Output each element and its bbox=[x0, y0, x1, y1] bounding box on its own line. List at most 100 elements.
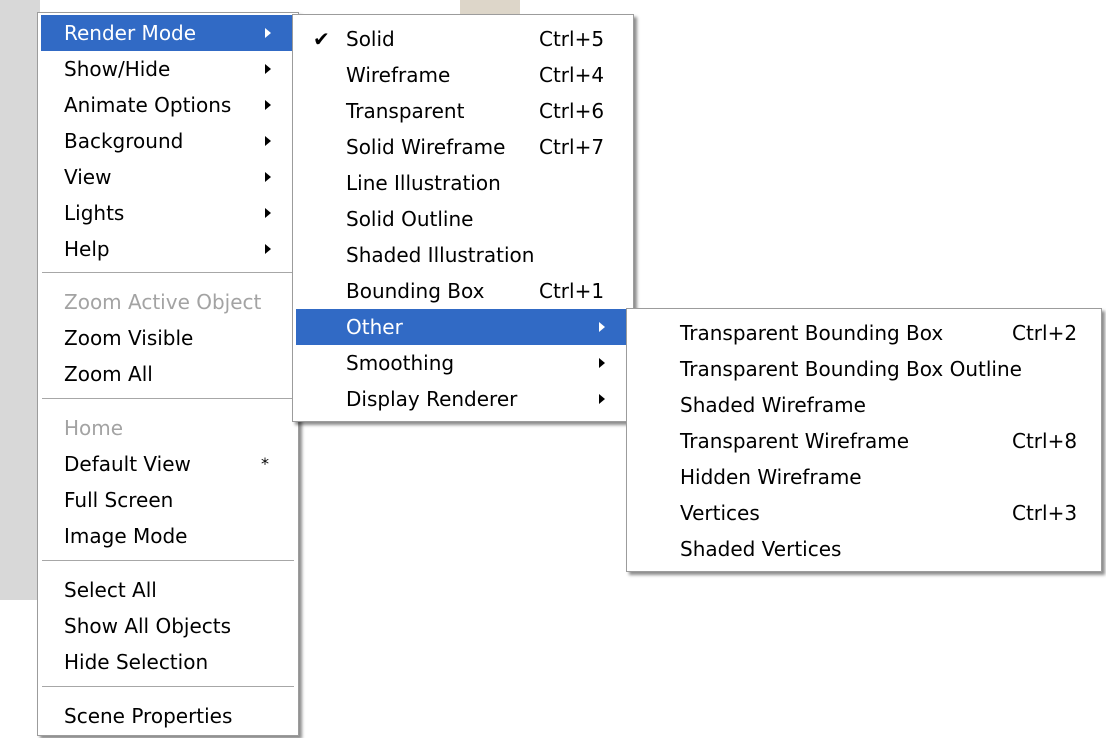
menu-item-help[interactable]: Help bbox=[41, 231, 295, 267]
menu-item-label: Bounding Box bbox=[346, 279, 485, 303]
menu-item-label: Transparent Bounding Box Outline bbox=[680, 357, 1022, 381]
menu-item-label: Zoom Active Object bbox=[64, 290, 262, 314]
menu-item-label: Animate Options bbox=[64, 93, 232, 117]
submenu-arrow-icon bbox=[265, 208, 271, 218]
menu-item-label: Select All bbox=[64, 578, 157, 602]
menu-separator bbox=[42, 398, 294, 400]
menu-item-transparent[interactable]: Transparent Ctrl+6 bbox=[296, 93, 630, 129]
menu-item-shortcut: Ctrl+2 bbox=[1012, 321, 1078, 345]
menu-item-label: Help bbox=[64, 237, 110, 261]
menu-item-label: Show All Objects bbox=[64, 614, 232, 638]
menu-item-show-hide[interactable]: Show/Hide bbox=[41, 51, 295, 87]
submenu-arrow-icon bbox=[265, 136, 271, 146]
menu-item-label: Lights bbox=[64, 201, 125, 225]
submenu-arrow-icon bbox=[265, 172, 271, 182]
menu-item-solid-wireframe[interactable]: Solid Wireframe Ctrl+7 bbox=[296, 129, 630, 165]
menu-separator bbox=[42, 686, 294, 688]
menu-item-label: Wireframe bbox=[346, 63, 451, 87]
menu-item-label: Other bbox=[346, 315, 403, 339]
menu-item-label: Show/Hide bbox=[64, 57, 171, 81]
menu-item-label: Shaded Illustration bbox=[346, 243, 535, 267]
menu-item-label: Hide Selection bbox=[64, 650, 209, 674]
menu-item-shortcut: Ctrl+1 bbox=[539, 279, 605, 303]
submenu-arrow-icon bbox=[599, 394, 605, 404]
menu-item-label: Display Renderer bbox=[346, 387, 518, 411]
menu-item-label: Transparent Wireframe bbox=[680, 429, 910, 453]
menu-item-label: Vertices bbox=[680, 501, 760, 525]
menu-item-full-screen[interactable]: Full Screen bbox=[41, 482, 295, 518]
menu-item-label: Zoom All bbox=[64, 362, 153, 386]
menu-item-label: Solid Wireframe bbox=[346, 135, 506, 159]
menu-item-shortcut: Ctrl+6 bbox=[539, 99, 605, 123]
menu-item-shortcut: Ctrl+8 bbox=[1012, 429, 1078, 453]
menu-item-label: Zoom Visible bbox=[64, 326, 194, 350]
menu-separator bbox=[42, 560, 294, 562]
menu-item-label: Render Mode bbox=[64, 21, 197, 45]
menu-item-shortcut: Ctrl+7 bbox=[539, 135, 605, 159]
menu-item-shortcut: * bbox=[261, 454, 269, 473]
menu-item-image-mode[interactable]: Image Mode bbox=[41, 518, 295, 554]
menu-item-shaded-wireframe[interactable]: Shaded Wireframe bbox=[630, 387, 1098, 423]
menu-item-scene-properties[interactable]: Scene Properties bbox=[41, 698, 295, 734]
menu-item-label: Solid bbox=[346, 27, 395, 51]
menu-item-line-illustration[interactable]: Line Illustration bbox=[296, 165, 630, 201]
checkmark-icon: ✔ bbox=[313, 27, 330, 51]
menu-item-zoom-active-object[interactable]: Zoom Active Object bbox=[41, 284, 295, 320]
submenu-arrow-icon bbox=[599, 322, 605, 332]
menu-item-show-all-objects[interactable]: Show All Objects bbox=[41, 608, 295, 644]
menu-item-solid[interactable]: ✔ Solid Ctrl+5 bbox=[296, 21, 630, 57]
menu-item-label: Background bbox=[64, 129, 184, 153]
context-menu-main: Render Mode Show/Hide Animate Options Ba… bbox=[37, 12, 299, 736]
menu-item-label: Shaded Vertices bbox=[680, 537, 842, 561]
menu-item-label: Transparent Bounding Box bbox=[680, 321, 944, 345]
menu-item-label: Line Illustration bbox=[346, 171, 501, 195]
menu-item-zoom-all[interactable]: Zoom All bbox=[41, 356, 295, 392]
menu-item-wireframe[interactable]: Wireframe Ctrl+4 bbox=[296, 57, 630, 93]
menu-item-label: Image Mode bbox=[64, 524, 188, 548]
submenu-render-mode: ✔ Solid Ctrl+5 Wireframe Ctrl+4 Transpar… bbox=[292, 14, 634, 422]
menu-item-background[interactable]: Background bbox=[41, 123, 295, 159]
menu-item-other[interactable]: Other bbox=[296, 309, 630, 345]
menu-item-default-view[interactable]: Default View * bbox=[41, 446, 295, 482]
menu-item-shaded-illustration[interactable]: Shaded Illustration bbox=[296, 237, 630, 273]
menu-item-hide-selection[interactable]: Hide Selection bbox=[41, 644, 295, 680]
submenu-arrow-icon bbox=[265, 244, 271, 254]
menu-item-label: Default View bbox=[64, 452, 191, 476]
menu-item-transparent-bounding-box[interactable]: Transparent Bounding Box Ctrl+2 bbox=[630, 315, 1098, 351]
menu-item-label: View bbox=[64, 165, 112, 189]
submenu-arrow-icon bbox=[599, 358, 605, 368]
menu-item-transparent-wireframe[interactable]: Transparent Wireframe Ctrl+8 bbox=[630, 423, 1098, 459]
submenu-other: Transparent Bounding Box Ctrl+2 Transpar… bbox=[626, 308, 1102, 572]
submenu-arrow-icon bbox=[265, 64, 271, 74]
menu-item-label: Hidden Wireframe bbox=[680, 465, 862, 489]
menu-item-view[interactable]: View bbox=[41, 159, 295, 195]
menu-item-select-all[interactable]: Select All bbox=[41, 572, 295, 608]
background-viewport-strip bbox=[0, 0, 40, 600]
menu-item-animate-options[interactable]: Animate Options bbox=[41, 87, 295, 123]
menu-separator bbox=[42, 272, 294, 274]
menu-item-transparent-bounding-box-outline[interactable]: Transparent Bounding Box Outline bbox=[630, 351, 1098, 387]
menu-item-label: Scene Properties bbox=[64, 704, 233, 728]
menu-item-label: Smoothing bbox=[346, 351, 455, 375]
menu-item-render-mode[interactable]: Render Mode bbox=[41, 15, 295, 51]
menu-item-home[interactable]: Home bbox=[41, 410, 295, 446]
menu-item-label: Solid Outline bbox=[346, 207, 474, 231]
menu-item-hidden-wireframe[interactable]: Hidden Wireframe bbox=[630, 459, 1098, 495]
menu-item-label: Shaded Wireframe bbox=[680, 393, 866, 417]
menu-item-vertices[interactable]: Vertices Ctrl+3 bbox=[630, 495, 1098, 531]
menu-item-lights[interactable]: Lights bbox=[41, 195, 295, 231]
menu-item-shaded-vertices[interactable]: Shaded Vertices bbox=[630, 531, 1098, 567]
menu-item-display-renderer[interactable]: Display Renderer bbox=[296, 381, 630, 417]
menu-item-zoom-visible[interactable]: Zoom Visible bbox=[41, 320, 295, 356]
menu-item-shortcut: Ctrl+5 bbox=[539, 27, 605, 51]
submenu-arrow-icon bbox=[265, 100, 271, 110]
background-viewport-image bbox=[460, 0, 520, 14]
menu-item-bounding-box[interactable]: Bounding Box Ctrl+1 bbox=[296, 273, 630, 309]
submenu-arrow-icon bbox=[265, 28, 271, 38]
menu-item-label: Home bbox=[64, 416, 124, 440]
menu-item-shortcut: Ctrl+4 bbox=[539, 63, 605, 87]
menu-item-shortcut: Ctrl+3 bbox=[1012, 501, 1078, 525]
menu-item-solid-outline[interactable]: Solid Outline bbox=[296, 201, 630, 237]
menu-item-label: Full Screen bbox=[64, 488, 174, 512]
menu-item-smoothing[interactable]: Smoothing bbox=[296, 345, 630, 381]
